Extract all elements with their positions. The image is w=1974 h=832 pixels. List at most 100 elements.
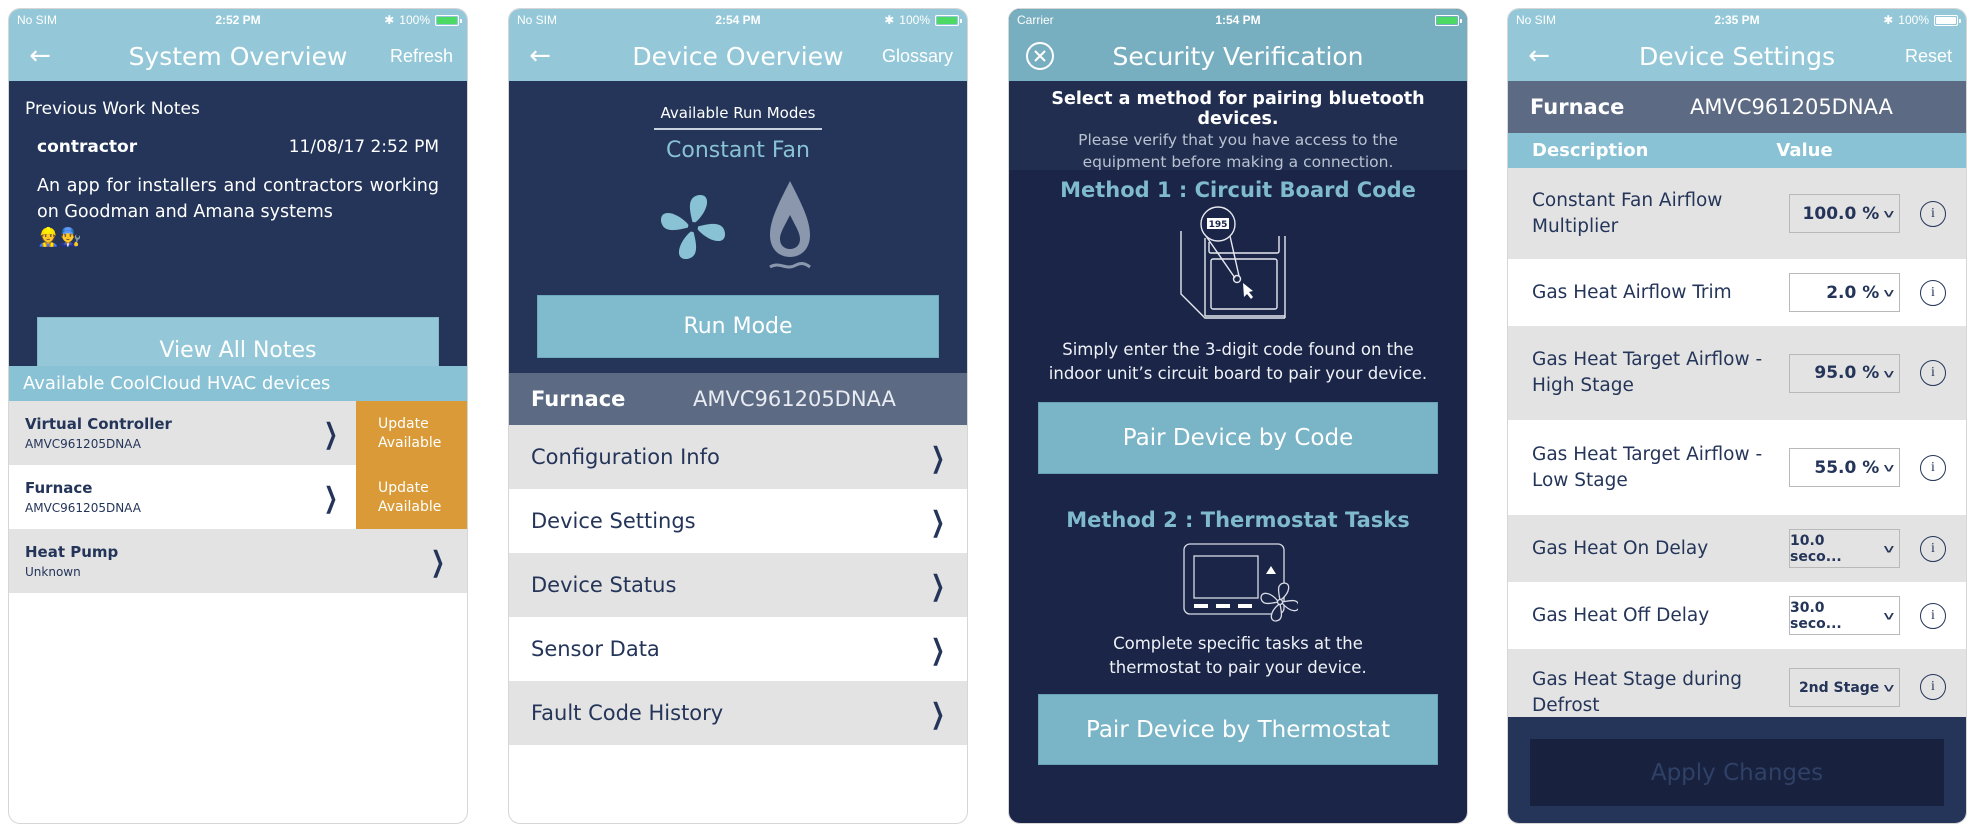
status-bar: No SIM 2:52 PM ✱ 100% [9, 9, 467, 31]
flame-icon[interactable] [762, 179, 818, 275]
circuit-board-illustration: 195 [1180, 206, 1286, 319]
setting-value-dropdown[interactable]: 100.0 % ∨ [1789, 194, 1900, 233]
back-arrow-icon[interactable]: ← [523, 39, 557, 73]
device-name: Virtual Controller [25, 415, 172, 433]
setting-value-dropdown[interactable]: 30.0 seco... ∨ [1789, 596, 1900, 635]
note-author: contractor [37, 137, 138, 157]
method-1-description: Simply enter the 3-digit code found on t… [1048, 340, 1428, 383]
chevron-right-icon: ❯ [430, 544, 445, 578]
run-mode-button[interactable]: Run Mode [537, 295, 939, 358]
note-timestamp: 11/08/17 2:52 PM [288, 137, 439, 157]
chevron-down-icon: ∨ [1881, 460, 1897, 475]
current-mode: Constant Fan [666, 138, 810, 163]
setting-label: Gas Heat Airflow Trim [1532, 281, 1732, 303]
device-model: AMVC961205DNAA [1690, 95, 1893, 119]
setting-label: Gas Heat Stage during Defrost [1532, 669, 1742, 716]
carrier-label: Carrier [1017, 13, 1054, 27]
menu-item-configuration-info[interactable]: Configuration Info ❯ [509, 425, 967, 489]
header: Carrier 1:54 PM Security Verification [1009, 9, 1467, 81]
setting-value-dropdown[interactable]: 55.0 % ∨ [1789, 448, 1900, 487]
info-icon[interactable]: i [1920, 279, 1946, 306]
setting-value-dropdown[interactable]: 10.0 seco... ∨ [1789, 529, 1900, 568]
menu-item-device-settings[interactable]: Device Settings ❯ [509, 489, 967, 553]
run-modes-panel: Available Run Modes Constant Fan Run Mod… [509, 81, 967, 373]
device-row[interactable]: Virtual Controller AMVC961205DNAA ❯ Upda… [9, 401, 467, 465]
back-arrow-icon[interactable]: ← [1522, 39, 1556, 73]
refresh-button[interactable]: Refresh [390, 46, 453, 67]
close-circle-icon[interactable] [1023, 39, 1057, 73]
setting-label: Gas Heat On Delay [1532, 537, 1709, 559]
menu-item-sensor-data[interactable]: Sensor Data ❯ [509, 617, 967, 681]
chevron-right-icon: ❯ [930, 696, 945, 730]
chevron-right-icon: ❯ [323, 480, 338, 514]
glossary-button[interactable]: Glossary [882, 46, 953, 67]
system-overview-screen: No SIM 2:52 PM ✱ 100% ← System Overview … [8, 8, 468, 824]
status-bar: No SIM 2:35 PM ✱ 100% [1508, 9, 1966, 31]
carrier-label: No SIM [1516, 13, 1557, 27]
chevron-down-icon: ∨ [1881, 541, 1897, 556]
setting-value-dropdown[interactable]: 95.0 % ∨ [1789, 353, 1900, 393]
info-icon[interactable]: i [1920, 360, 1946, 386]
device-name: Furnace [25, 479, 93, 497]
setting-row: Gas Heat Target Airflow - Low Stage 55.0… [1508, 420, 1966, 515]
chevron-right-icon: ❯ [930, 632, 945, 666]
table-header: Description Value [1508, 133, 1966, 168]
method-1-title: Method 1 : Circuit Board Code [1060, 178, 1416, 202]
menu-item-device-status[interactable]: Device Status ❯ [509, 553, 967, 617]
battery-percent: 100% [399, 13, 430, 27]
setting-label: Gas Heat Target Airflow - High Stage [1532, 349, 1763, 396]
thermostat-illustration [1183, 543, 1300, 622]
back-arrow-icon[interactable]: ← [23, 39, 57, 73]
apply-footer: Apply Changes [1508, 717, 1966, 823]
info-icon[interactable]: i [1920, 535, 1946, 562]
reset-button[interactable]: Reset [1905, 46, 1952, 67]
info-icon[interactable]: i [1920, 454, 1946, 481]
carrier-label: No SIM [517, 13, 558, 27]
notes-heading: Previous Work Notes [25, 99, 200, 119]
device-settings-screen: No SIM 2:35 PM ✱ 100% ← Device Settings … [1507, 8, 1967, 824]
setting-label: Constant Fan Airflow Multiplier [1532, 189, 1723, 237]
fan-icon[interactable] [658, 179, 728, 269]
chevron-down-icon: ∨ [1881, 680, 1897, 695]
work-notes-panel: Previous Work Notes contractor 11/08/17 … [9, 81, 467, 384]
menu-item-fault-code-history[interactable]: Fault Code History ❯ [509, 681, 967, 745]
info-icon[interactable]: i [1920, 602, 1946, 629]
bluetooth-icon: ✱ [384, 13, 395, 27]
chevron-right-icon: ❯ [323, 416, 338, 450]
device-row[interactable]: Furnace AMVC961205DNAA ❯ Update Available [9, 465, 467, 529]
clock: 1:54 PM [1215, 13, 1261, 27]
update-available-badge[interactable]: Update Available [356, 401, 467, 465]
device-model: Unknown [25, 565, 81, 579]
setting-value-dropdown[interactable]: 2.0 % ∨ [1789, 273, 1900, 312]
battery-icon [435, 14, 462, 26]
setting-row: Gas Heat On Delay 10.0 seco... ∨ i [1508, 515, 1966, 582]
battery-percent: 100% [1898, 13, 1929, 27]
update-available-badge[interactable]: Update Available [356, 465, 467, 529]
intro-heading: Select a method for pairing bluetooth de… [1051, 89, 1425, 129]
devices-section-header: Available CoolCloud HVAC devices [9, 366, 467, 401]
header: No SIM 2:52 PM ✱ 100% ← System Overview … [9, 9, 467, 81]
nav-bar: ← System Overview Refresh [9, 31, 467, 81]
setting-label: Gas Heat Target Airflow - Low Stage [1532, 443, 1763, 491]
apply-changes-button[interactable]: Apply Changes [1530, 739, 1944, 806]
bluetooth-icon: ✱ [1883, 13, 1894, 27]
device-model: AMVC961205DNAA [25, 501, 141, 515]
device-name: Furnace [1530, 95, 1625, 119]
security-verification-screen: Carrier 1:54 PM Security Verification Se… [1008, 8, 1468, 824]
status-bar: No SIM 2:54 PM ✱ 100% [509, 9, 967, 31]
chevron-right-icon: ❯ [930, 568, 945, 602]
device-model: AMVC961205DNAA [693, 387, 896, 411]
setting-value-dropdown[interactable]: 2nd Stage ∨ [1789, 668, 1900, 707]
device-model: AMVC961205DNAA [25, 437, 141, 451]
worker-emojis: 👷👨‍🔧 [37, 227, 82, 248]
nav-bar: ← Device Overview Glossary [509, 31, 967, 81]
device-row[interactable]: Heat Pump Unknown ❯ [9, 529, 467, 593]
chevron-down-icon: ∨ [1881, 206, 1897, 221]
info-icon[interactable]: i [1920, 674, 1946, 700]
method-2-title: Method 2 : Thermostat Tasks [1066, 508, 1410, 532]
device-name: Heat Pump [25, 543, 119, 561]
info-icon[interactable]: i [1920, 200, 1946, 227]
chevron-right-icon: ❯ [930, 504, 945, 538]
pair-by-thermostat-button[interactable]: Pair Device by Thermostat [1038, 694, 1438, 765]
pair-by-code-button[interactable]: Pair Device by Code [1038, 402, 1438, 474]
